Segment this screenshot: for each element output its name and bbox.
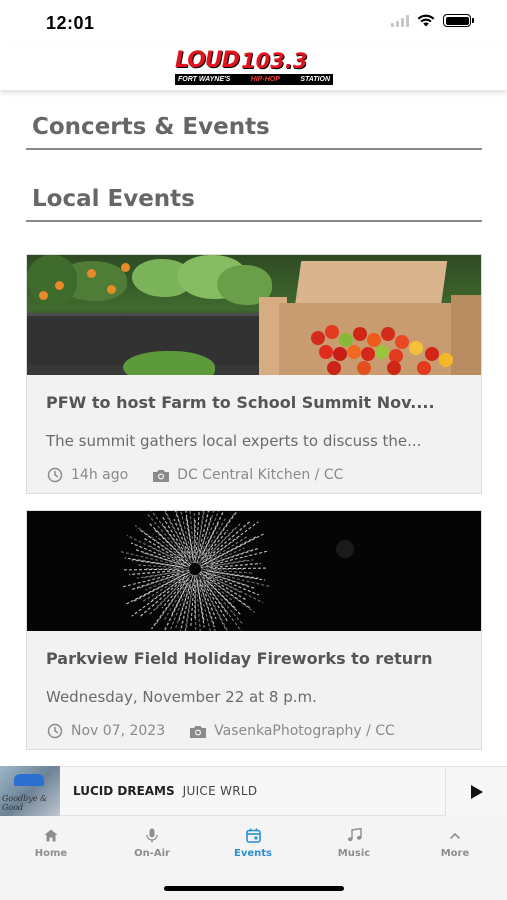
tab-bar: Home On-Air Events Music More — [0, 816, 507, 900]
chevron-up-icon — [450, 832, 460, 839]
logo-genre: HIP-HOP — [250, 76, 280, 83]
tab-label: Events — [234, 848, 272, 859]
tab-on-air[interactable]: On-Air — [112, 826, 192, 859]
wifi-icon — [417, 14, 435, 27]
logo-word: LOUD — [175, 48, 240, 73]
logo-station: STATION — [300, 76, 330, 83]
camera-icon — [152, 466, 170, 484]
event-meta: 14h ago DC Central Kitchen / CC — [46, 466, 462, 484]
tab-more[interactable]: More — [415, 826, 495, 859]
fireworks-image — [27, 511, 481, 631]
logo-city: FORT WAYNE'S — [178, 76, 231, 83]
now-playing-song: LUCID DREAMS — [73, 784, 175, 798]
station-logo[interactable]: LOUD 103.3 FORT WAYNE'S HIP-HOP STATION — [175, 48, 333, 86]
now-playing-bar[interactable]: Goodbye & Good LUCID DREAMS JUICE WRLD — [0, 766, 507, 816]
tab-label: More — [440, 848, 470, 859]
event-title[interactable]: PFW to host Farm to School Summit Nov...… — [46, 393, 462, 412]
event-title[interactable]: Parkview Field Holiday Fireworks to retu… — [46, 649, 462, 668]
farm-produce-image — [27, 255, 481, 375]
calendar-icon — [245, 828, 261, 843]
tab-events[interactable]: Events — [213, 826, 293, 859]
status-bar: 12:01 — [0, 0, 507, 44]
event-card[interactable]: Parkview Field Holiday Fireworks to retu… — [26, 510, 482, 750]
clock-icon — [46, 722, 64, 740]
album-art: Goodbye & Good — [0, 766, 60, 816]
event-card[interactable]: PFW to host Farm to School Summit Nov...… — [26, 254, 482, 494]
app-header: LOUD 103.3 FORT WAYNE'S HIP-HOP STATION — [0, 44, 507, 90]
section-divider — [26, 220, 482, 222]
status-icons — [391, 14, 474, 27]
tab-label: Music — [337, 848, 371, 859]
event-description: Wednesday, November 22 at 8 p.m. — [46, 688, 317, 706]
event-time: Nov 07, 2023 — [71, 723, 166, 739]
events-content[interactable]: Concerts & Events Local Events PFW to ho… — [0, 90, 507, 766]
cellular-signal-icon — [391, 14, 409, 27]
tab-home[interactable]: Home — [11, 826, 91, 859]
status-time: 12:01 — [46, 13, 95, 33]
tab-label: Home — [34, 848, 68, 859]
image-credit: DC Central Kitchen / CC — [177, 467, 344, 483]
event-meta: Nov 07, 2023 VasenkaPhotography / CC — [46, 722, 462, 740]
tab-label: On-Air — [134, 848, 170, 859]
logo-frequency: 103.3 — [241, 49, 308, 73]
music-note-icon — [347, 828, 362, 842]
microphone-icon — [146, 828, 158, 842]
concerts-section-title: Concerts & Events — [32, 114, 270, 140]
section-divider — [26, 148, 482, 150]
play-button[interactable] — [445, 767, 507, 816]
home-indicator — [164, 886, 344, 891]
fireworks-burst — [118, 511, 354, 631]
event-time: 14h ago — [71, 467, 129, 483]
image-credit: VasenkaPhotography / CC — [214, 723, 395, 739]
now-playing-artist: JUICE WRLD — [182, 784, 258, 798]
tab-music[interactable]: Music — [314, 826, 394, 859]
home-icon — [44, 829, 58, 841]
play-icon — [470, 784, 483, 799]
album-art-text: Goodbye & Good — [2, 794, 48, 812]
clock-icon — [46, 466, 64, 484]
local-events-section-title: Local Events — [32, 186, 195, 212]
camera-icon — [189, 722, 207, 740]
event-description: The summit gathers local experts to disc… — [46, 432, 422, 450]
battery-icon — [443, 14, 474, 27]
logo-tagline: FORT WAYNE'S HIP-HOP STATION — [175, 74, 333, 85]
